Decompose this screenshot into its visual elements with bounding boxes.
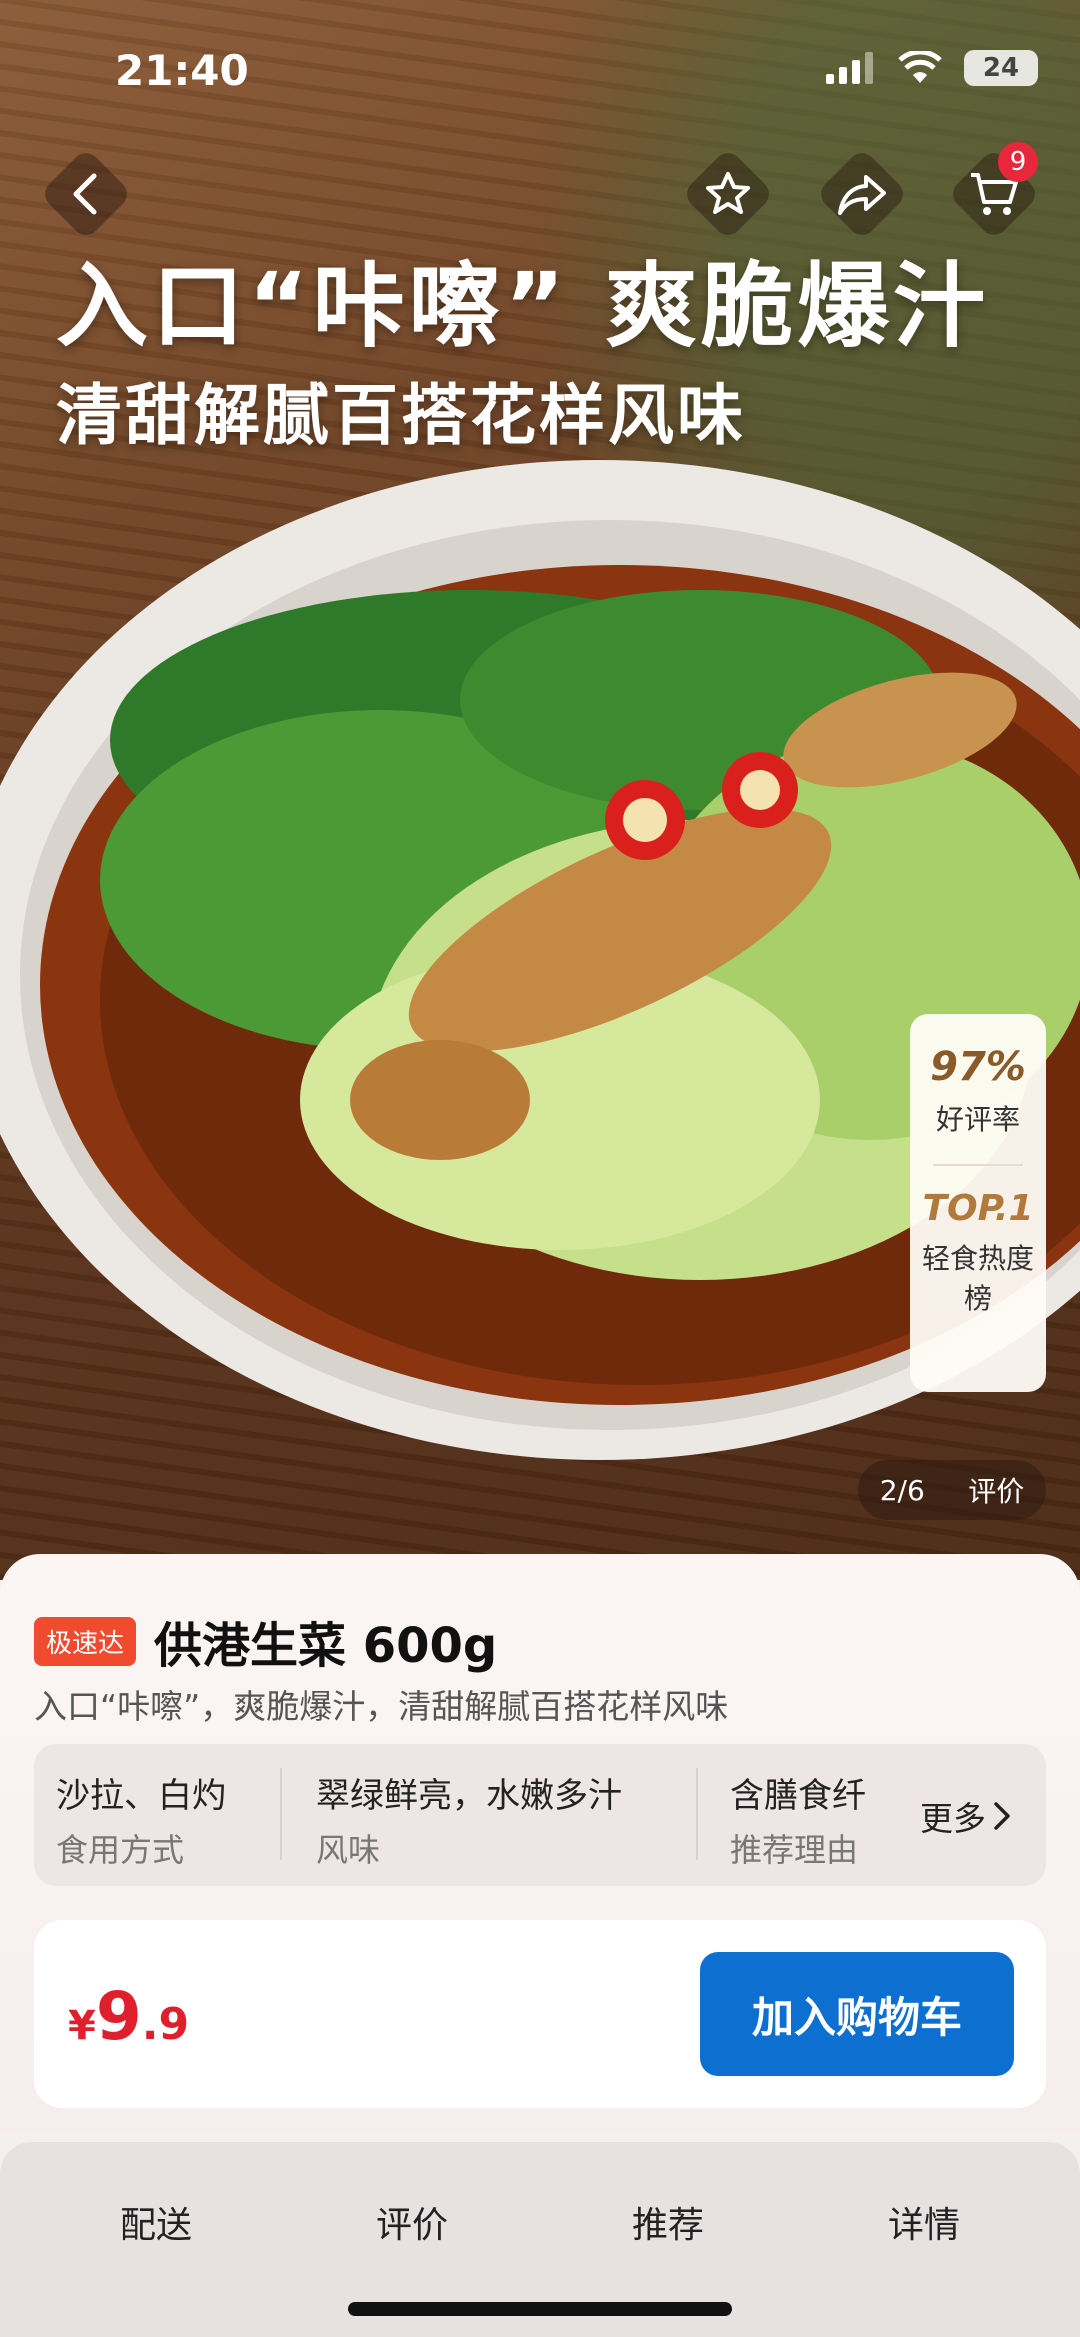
tab-details[interactable]: 详情 (824, 2196, 1024, 2248)
cart-button[interactable]: 9 (947, 142, 1041, 241)
product-info-panel: 极速达 供港生菜 600g 入口“咔嚓”，爽脆爆汁，清甜解腻百搭花样风味 沙拉、… (0, 1554, 1080, 2134)
rank-label: 轻食热度榜 (921, 1242, 1034, 1315)
product-description: 入口“咔嚓”，爽脆爆汁，清甜解腻百搭花样风味 (34, 1687, 729, 1726)
rank-badge: TOP.1 (922, 1188, 1034, 1229)
home-indicator (348, 2302, 732, 2316)
positive-rate: 97% (930, 1044, 1026, 1090)
battery-indicator: 24 (964, 50, 1038, 86)
bottom-tab-bar: 配送 评价 推荐 详情 (0, 2142, 1080, 2337)
positive-rate-label: 好评率 (935, 1103, 1020, 1136)
chevron-left-icon (73, 173, 97, 215)
wifi-icon (898, 51, 942, 83)
product-attributes[interactable]: 沙拉、白灼 食用方式 翠绿鲜亮，水嫩多汁 风味 含膳食纤 推荐理由 更多 (34, 1744, 1046, 1886)
back-button[interactable] (39, 147, 133, 241)
tab-delivery[interactable]: 配送 (56, 2196, 256, 2248)
chevron-right-icon (994, 1802, 1010, 1830)
favorite-button[interactable] (681, 147, 775, 241)
rating-card[interactable]: 97% 好评率 TOP.1 轻食热度榜 (910, 1014, 1046, 1392)
attribute-usage: 沙拉、白灼 食用方式 (56, 1776, 226, 1869)
product-hero-image[interactable]: 21:40 24 9 入口“咔嚓” 爽脆爆汁 清甜解腻百搭花样风味 97% 好评… (0, 0, 1080, 1580)
review-link[interactable]: 评价 (968, 1470, 1024, 1510)
tab-reviews[interactable]: 评价 (312, 2196, 512, 2248)
more-label: 更多 (920, 1799, 986, 1838)
image-index: 2/6 (879, 1473, 925, 1507)
cellular-signal-icon (826, 52, 873, 84)
attribute-reason: 含膳食纤 推荐理由 (730, 1776, 866, 1869)
attribute-divider (280, 1768, 282, 1860)
share-button[interactable] (815, 147, 909, 241)
attribute-divider (696, 1768, 698, 1860)
add-to-cart-button[interactable]: 加入购物车 (700, 1952, 1014, 2076)
price: ¥ 9 .9 (68, 1978, 190, 2055)
purchase-box: ¥ 9 .9 加入购物车 (34, 1920, 1046, 2108)
hero-subline: 清甜解腻百搭花样风味 (56, 377, 746, 454)
star-icon (706, 172, 750, 214)
status-time: 21:40 (115, 46, 249, 95)
share-arrow-icon (838, 175, 886, 215)
product-title: 供港生菜 600g (154, 1618, 498, 1674)
more-attributes-button[interactable]: 更多 (920, 1792, 1012, 1840)
status-bar: 21:40 24 (0, 0, 1080, 140)
attribute-flavor: 翠绿鲜亮，水嫩多汁 风味 (316, 1776, 622, 1869)
rating-divider (933, 1164, 1023, 1166)
image-counter[interactable]: 2/6 评价 (858, 1460, 1046, 1520)
tab-recommend[interactable]: 推荐 (568, 2196, 768, 2248)
cart-count-badge: 9 (998, 142, 1038, 182)
speed-delivery-tag: 极速达 (34, 1616, 137, 1666)
hero-headline: 入口“咔嚓” 爽脆爆汁 (56, 253, 989, 360)
